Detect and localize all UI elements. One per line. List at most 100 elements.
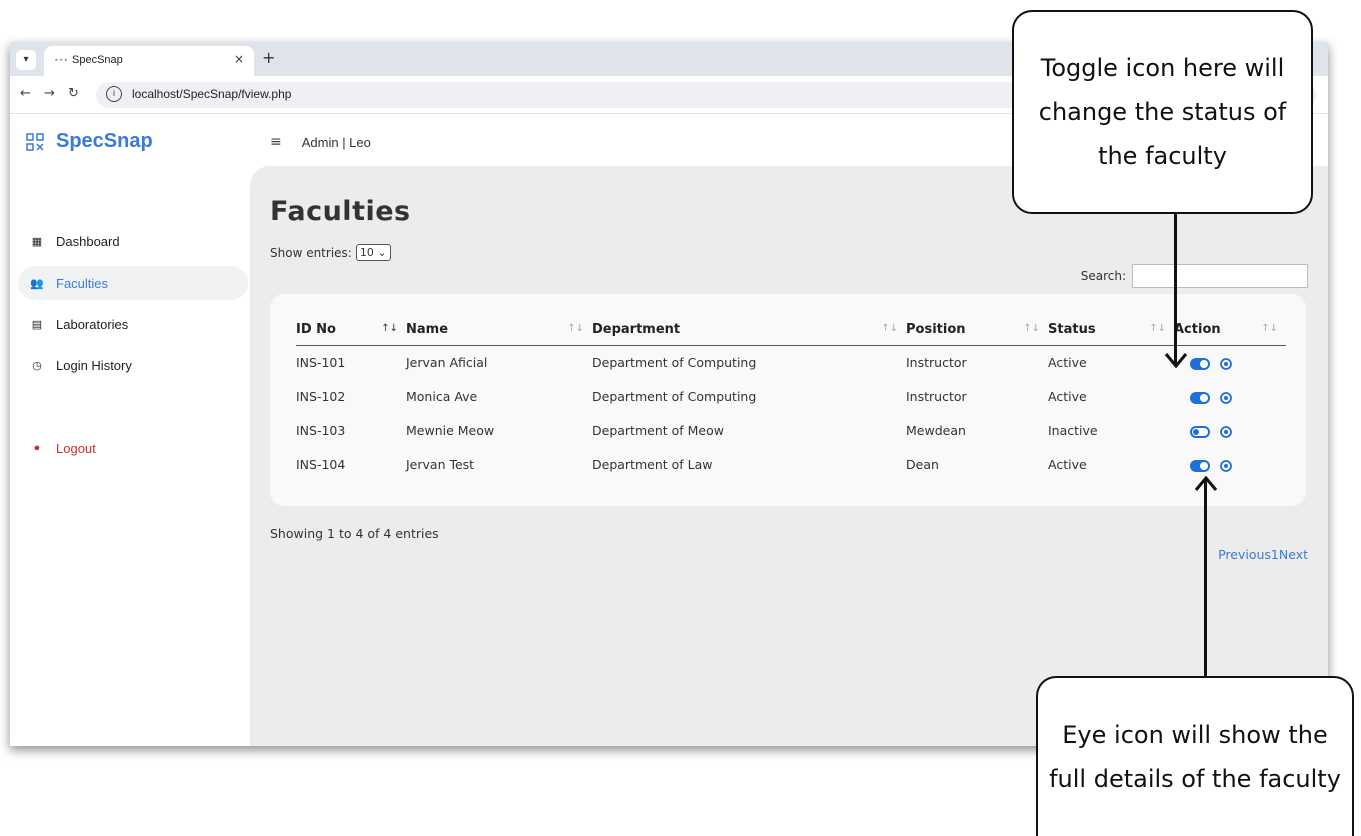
tab-close-icon[interactable]: × — [234, 52, 244, 66]
show-entries-label: Show entries: — [270, 245, 352, 260]
header-label: Name — [406, 322, 449, 337]
brand[interactable]: SpecSnap — [26, 130, 153, 153]
eye-icon[interactable] — [1220, 391, 1232, 404]
toggle-annotation-callout: Toggle icon here will change the status … — [1012, 10, 1313, 214]
cell-status: Inactive — [1048, 423, 1098, 438]
building-icon: ▤ — [31, 318, 43, 331]
status-toggle-icon[interactable] — [1190, 459, 1210, 472]
column-header-id[interactable]: ID No ↑↓ — [296, 314, 406, 346]
search-label: Search: — [1080, 269, 1126, 283]
eye-annotation-text: Eye icon will show the full details of t… — [1049, 721, 1341, 793]
site-info-icon[interactable]: i — [106, 86, 122, 102]
cell-name: Jervan Test — [406, 457, 475, 472]
column-header-position[interactable]: Position ↑↓ — [906, 314, 1048, 346]
topbar: ≡ Admin | Leo — [270, 134, 371, 150]
pagination[interactable]: Previous1Next — [1218, 547, 1308, 562]
cell-department: Department of Law — [592, 457, 713, 472]
qr-code-icon — [26, 132, 44, 151]
chevron-down-icon: ⌄ — [377, 246, 387, 259]
cell-department: Department of Meow — [592, 423, 724, 438]
cell-action — [1174, 448, 1286, 482]
header-label: ID No — [296, 322, 336, 337]
sidebar-item-label: Logout — [56, 440, 96, 456]
header-label: Department — [592, 322, 681, 337]
table-row: INS-104 Jervan Test Department of Law Dean A… — [296, 448, 1286, 482]
sort-icon: ↑↓ — [1261, 323, 1278, 334]
cell-position: Mewdean — [906, 423, 966, 438]
sidebar-item-label: Laboratories — [56, 316, 129, 332]
sort-icon: ↑↓ — [881, 323, 898, 334]
cell-action — [1174, 346, 1286, 380]
new-tab-button[interactable]: + — [262, 48, 275, 67]
favicon-icon: ••• — [54, 56, 69, 65]
page-title: Faculties — [270, 196, 411, 227]
column-header-action[interactable]: Action ↑↓ — [1174, 314, 1286, 346]
sidebar-item-logout[interactable]: ● Logout — [18, 431, 248, 465]
sidebar-item-dashboard[interactable]: ▦ Dashboard — [18, 224, 248, 258]
eye-annotation-callout: Eye icon will show the full details of t… — [1036, 676, 1354, 836]
eye-icon[interactable] — [1220, 425, 1232, 438]
showing-entries-text: Showing 1 to 4 of 4 entries — [270, 526, 439, 541]
status-toggle-icon[interactable] — [1190, 425, 1210, 438]
status-toggle-icon[interactable] — [1190, 391, 1210, 404]
status-toggle-icon[interactable] — [1190, 357, 1210, 370]
faculties-table: ID No ↑↓ Name ↑↓ Department ↑↓ Position ↑↓ S… — [296, 314, 1286, 482]
reload-icon[interactable]: ↻ — [68, 86, 79, 101]
toggle-arrow-line — [1174, 214, 1177, 364]
dashboard-icon: ▦ — [31, 235, 43, 248]
cell-id: INS-104 — [296, 457, 346, 472]
toggle-knob — [1200, 461, 1208, 470]
table-body: INS-101 Jervan Aficial Department of Compu… — [296, 346, 1286, 482]
arrow-up-icon — [1194, 476, 1218, 491]
forward-arrow-icon[interactable]: → — [44, 86, 55, 101]
toggle-knob — [1200, 359, 1208, 368]
users-icon: 👥 — [30, 277, 44, 290]
browser-tab[interactable]: ••• SpecSnap × — [44, 46, 254, 76]
sort-icon: ↑↓ — [1149, 323, 1166, 334]
cell-name: Mewnie Meow — [406, 423, 495, 438]
eye-icon[interactable] — [1220, 459, 1232, 472]
sidebar-item-label: Login History — [56, 357, 132, 373]
entries-value: 10 — [359, 246, 374, 259]
hamburger-menu-icon[interactable]: ≡ — [270, 134, 282, 150]
entries-select[interactable]: 10 ⌄ — [355, 244, 391, 261]
search-area: Search: — [1081, 264, 1308, 288]
sidebar-item-laboratories[interactable]: ▤ Laboratories — [18, 307, 248, 341]
header-label: Status — [1048, 322, 1096, 337]
logout-icon: ● — [33, 442, 41, 454]
cell-action — [1174, 414, 1286, 448]
header-label: Position — [906, 322, 966, 337]
cell-id: INS-101 — [296, 355, 346, 371]
screenshot-stage: ▾ ••• SpecSnap × + ← → ↻ i localhost/Spe… — [0, 0, 1361, 836]
cell-position: Instructor — [906, 355, 967, 371]
eye-icon[interactable] — [1220, 357, 1232, 370]
clock-icon: ◷ — [32, 359, 42, 372]
search-input[interactable] — [1132, 264, 1308, 288]
table-header-row: ID No ↑↓ Name ↑↓ Department ↑↓ Position ↑↓ S… — [296, 314, 1286, 346]
column-header-department[interactable]: Department ↑↓ — [592, 314, 906, 346]
table-row: INS-101 Jervan Aficial Department of Compu… — [296, 346, 1286, 380]
column-header-status[interactable]: Status ↑↓ — [1048, 314, 1174, 346]
arrow-down-icon — [1164, 353, 1188, 368]
sidebar-item-faculties[interactable]: 👥 Faculties — [18, 266, 248, 300]
cell-id: INS-103 — [296, 423, 346, 438]
sidebar-item-label: Faculties — [56, 275, 109, 291]
tab-search-chevron-icon[interactable]: ▾ — [16, 50, 36, 70]
column-header-name[interactable]: Name ↑↓ — [406, 314, 592, 346]
table-row: INS-103 Mewnie Meow Department of Meow Mewd… — [296, 414, 1286, 448]
cell-id: INS-102 — [296, 389, 346, 404]
toggle-knob — [1200, 393, 1208, 402]
tab-title: SpecSnap — [72, 54, 123, 66]
cell-department: Department of Computing — [592, 355, 757, 371]
cell-name: Jervan Aficial — [406, 355, 488, 371]
back-arrow-icon[interactable]: ← — [20, 86, 31, 101]
brand-name: SpecSnap — [56, 130, 153, 152]
cell-action — [1174, 380, 1286, 414]
toggle-knob — [1193, 428, 1199, 435]
sidebar-item-login-history[interactable]: ◷ Login History — [18, 348, 248, 382]
sort-icon: ↑↓ — [567, 323, 584, 334]
cell-name: Monica Ave — [406, 389, 478, 404]
show-entries: Show entries: 10 ⌄ — [270, 244, 391, 261]
sort-icon: ↑↓ — [1023, 323, 1040, 334]
cell-status: Active — [1048, 389, 1087, 404]
